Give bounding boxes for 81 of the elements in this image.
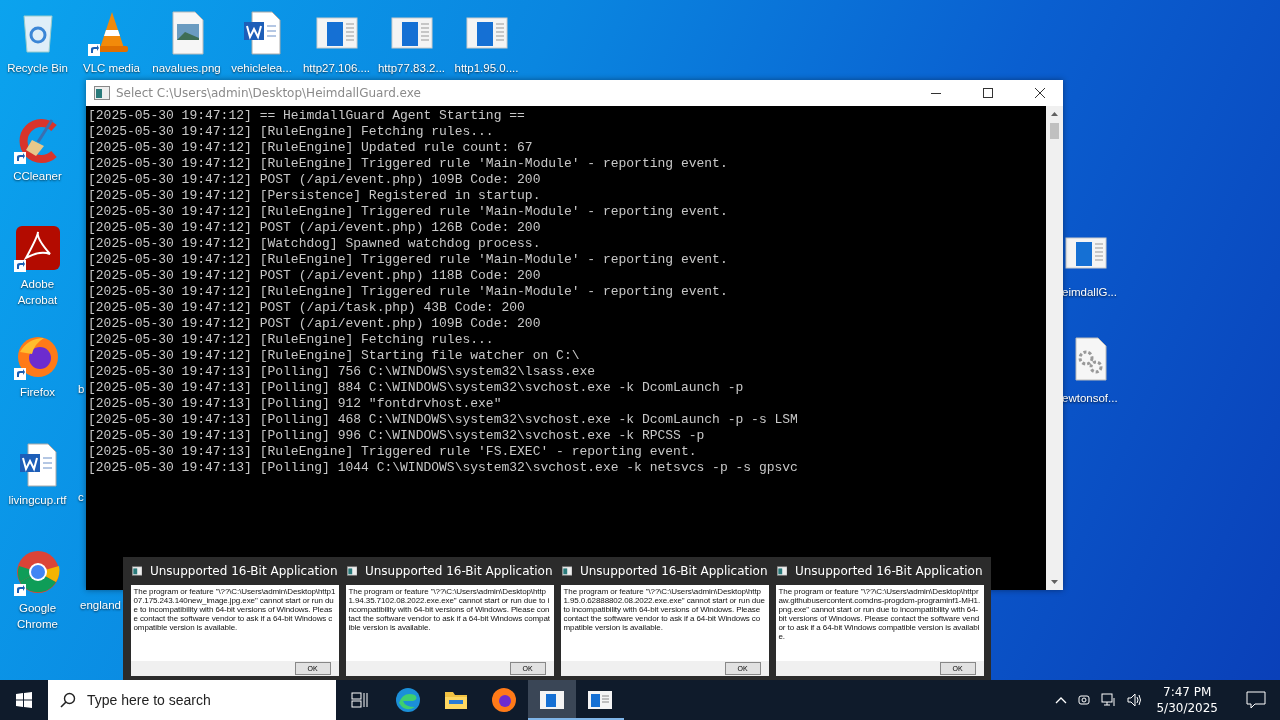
network-icon[interactable] [1101,693,1118,707]
window-title: Select C:\Users\admin\Desktop\HeimdallGuard.exe [116,86,422,100]
preview-title[interactable]: Unsupported 16-Bit Application [794,564,983,578]
console-line: [2025-05-30 19:47:12] POST (/api/event.php) 109B Code: 200 [88,172,542,188]
console-icon [94,86,110,100]
dialog-message: The program or feature "\??\C:\Users\admin\Desktop\http1.95.0.62888802.08.2022.exe.exe" cannot start or run due to incompatibility with 64-bit versions of Windows. Please contact the software vendor to ask if a 64-bit Windows compatible version is available. [562,586,766,634]
console-line: [2025-05-30 19:47:13] [Polling] 996 C:\WINDOWS\system32\svchost.exe -k RPCSS -p [88,428,706,444]
icon-label: http77.83.2... [377,61,446,76]
icon-label: Adobe Acrobat [16,277,59,308]
console-line: [2025-05-30 19:47:12] POST (/api/event.php) 109B Code: 200 [88,316,542,332]
windows-logo-icon [16,692,32,708]
icon-label: CCleaner [13,169,62,184]
clock-date[interactable]: 5/30/2025 [1156,700,1218,716]
dialog-preview[interactable] [130,585,339,676]
acrobat-file-icon[interactable] [13,224,62,272]
console-line: [2025-05-30 19:47:13] [Polling] 912 "fontdrvhost.exe" [88,396,503,412]
console-line: [2025-05-30 19:47:12] [RuleEngine] Fetching rules... [88,124,495,140]
console-line: [2025-05-30 19:47:12] [RuleEngine] Updated rule count: 67 [88,140,534,156]
dialog-preview[interactable] [775,585,984,676]
icon-label: ewtonsof... [1062,391,1118,406]
search-icon [60,692,76,708]
window-icon [346,564,357,578]
console-line: [2025-05-30 19:47:13] [Polling] 756 C:\WINDOWS\system32\lsass.exe [88,364,597,380]
icon-label: england [80,598,121,613]
console-line: [2025-05-30 19:47:13] [Polling] 1044 C:\WINDOWS\system32\svchost.exe -k netsvcs -p -s gpsvc [88,460,799,476]
clock-time[interactable]: 7:47 PM [1163,684,1212,700]
chrome-file-icon[interactable] [13,548,62,596]
icon-label: Recycle Bin [7,61,68,76]
icon-label: navalues.png [152,61,221,76]
console-line: [2025-05-30 19:47:12] [Persistence] Registered in startup. [88,188,542,204]
icon-label: http27.106.... [302,61,371,76]
console-line: [2025-05-30 19:47:13] [Polling] 884 C:\WINDOWS\system32\svchost.exe -k DcomLaunch -p [88,380,745,396]
folder-icon [444,689,468,711]
console-line: [2025-05-30 19:47:12] [RuleEngine] Triggered rule 'Main-Module' - reporting event. [88,252,729,268]
console-line: [2025-05-30 19:47:12] [RuleEngine] Triggered rule 'Main-Module' - reporting event. [88,156,729,172]
icon-label: livingcup.rtf [8,493,67,508]
window-icon [131,564,142,578]
icon-label: Firefox [19,385,56,400]
dialog-message: The program or feature "\??\C:\Users\admin\Desktop\http107.175.243.140new_image.jpg.exe" cannot start or run due to incompatibility with 64-bit versions of Windows. Please contact the software vendor to ask if a 64-bit Windows compatible version is available. [132,586,337,634]
console-line: [2025-05-30 19:47:12] [RuleEngine] Fetching rules... [88,332,495,348]
browser-icon [395,687,421,713]
dialog-preview[interactable] [345,585,554,676]
preview-title[interactable]: Unsupported 16-Bit Application [364,564,553,578]
console-line: [2025-05-30 19:47:12] [RuleEngine] Triggered rule 'Main-Module' - reporting event. [88,204,729,220]
dialog-message: The program or feature "\??\C:\Users\admin\Desktop\httpraw.githubusercontent.comdns-progdcm-programinf1-MH1.png.exe" cannot start or run due to incompatibility with 64-bit versions of Windows. Please contact the software vendor to ask if a 64-bit Windows compatible version is available. [777,586,982,643]
console-line: [2025-05-30 19:47:12] [Watchdog] Spawned watchdog process. [88,236,542,252]
icon-label: vehiclelea... [231,61,292,76]
window-icon [561,564,572,578]
console-line: [2025-05-30 19:47:12] POST (/api/event.php) 118B Code: 200 [88,268,542,284]
camera-icon[interactable] [1077,693,1092,707]
console-line: [2025-05-30 19:47:12] POST (/api/task.php) 43B Code: 200 [88,300,526,316]
icon-label: eimdallG... [1062,285,1117,300]
firefox-icon [491,687,517,713]
console-line: [2025-05-30 19:47:12] == HeimdallGuard Agent Starting == [88,108,526,124]
icon-label: http1.95.0.... [454,61,519,76]
dialog-message: The program or feature "\??\C:\Users\admin\Desktop\http1.94.35.7102.08.2022.exe.exe" cannot start or run due to incompatibility with 64-bit versions of Windows. Please contact the software vendor to ask if a 64-bit Windows compatible version is available. [347,586,551,634]
console-line: [2025-05-30 19:47:13] [Polling] 468 C:\WINDOWS\system32\svchost.exe -k DcomLaunch -p -s LSM [88,412,799,428]
console-line: [2025-05-30 19:47:13] [RuleEngine] Triggered rule 'FS.EXEC' - reporting event. [88,444,698,460]
icon-label: c [78,490,84,505]
close-icon [1035,88,1045,98]
chevron-up-icon[interactable] [1055,696,1068,704]
scrollbar-thumb[interactable] [1050,123,1059,139]
window-icon [539,690,565,710]
preview-title[interactable]: Unsupported 16-Bit Application [579,564,768,578]
speaker-icon[interactable] [1127,693,1144,707]
window-icon [776,564,787,578]
icon-label: VLC media [83,61,140,76]
console-line: [2025-05-30 19:47:12] [RuleEngine] Triggered rule 'Main-Module' - reporting event. [88,284,729,300]
notification-icon[interactable] [1246,691,1266,709]
window-icon [587,690,613,710]
preview-title[interactable]: Unsupported 16-Bit Application [149,564,338,578]
console-line: [2025-05-30 19:47:12] POST (/api/event.php) 126B Code: 200 [88,220,542,236]
taskbar-app-button[interactable] [528,680,576,720]
maximize-icon [983,88,993,98]
search-field[interactable]: Type here to search [48,680,336,720]
task-view-icon [351,692,369,708]
icon-label: Google Chrome [16,601,59,632]
dialog-preview[interactable] [560,585,769,676]
console-line: [2025-05-30 19:47:12] [RuleEngine] Starting file watcher on C:\ [88,348,581,364]
icon-label: b [78,382,85,397]
scrollbar[interactable] [1046,106,1063,590]
